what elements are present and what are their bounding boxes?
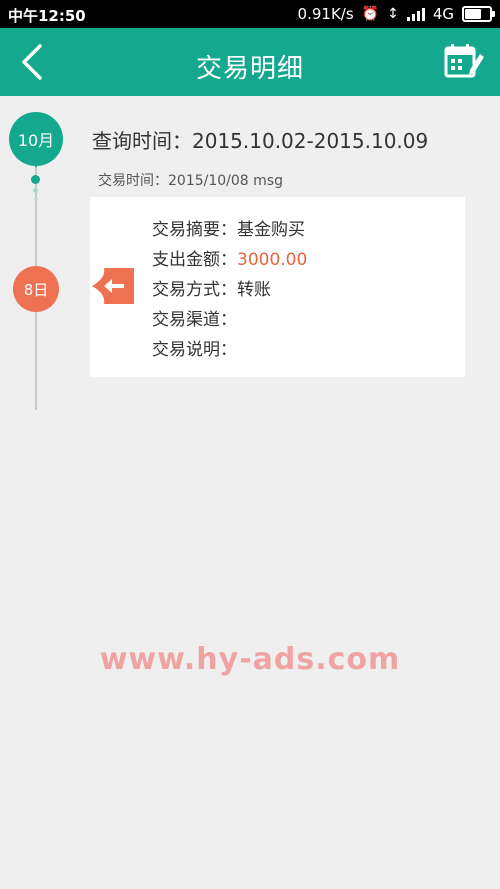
month-badge-pointer	[30, 158, 42, 168]
detail-label: 交易摘要：	[152, 220, 237, 240]
detail-value: 基金购买	[237, 220, 305, 240]
detail-label: 交易方式：	[152, 280, 237, 300]
battery-icon	[462, 6, 495, 22]
transaction-details: 交易摘要：基金购买 支出金额：3000.00 交易方式：转账 交易渠道： 交易说…	[152, 218, 307, 368]
page-title: 交易明细	[195, 54, 304, 84]
calendar-button[interactable]	[442, 42, 486, 82]
timeline-dot	[31, 175, 40, 184]
vibrate-icon: ↕	[387, 6, 399, 22]
detail-summary: 交易摘要：基金购买	[152, 218, 307, 248]
network-type: 4G	[432, 5, 454, 23]
day-badge: 8日	[13, 266, 59, 312]
app-bar: 交易明细	[0, 28, 500, 96]
detail-label: 交易渠道：	[152, 310, 237, 330]
trade-time: 交易时间：2015/10/08 msg	[98, 173, 283, 189]
status-icons: 0.91K/s ⏰ ↕ 4G	[297, 5, 495, 23]
detail-label: 支出金额：	[152, 250, 237, 270]
timeline-dot	[33, 188, 38, 193]
watermark: www.hy-ads.com	[99, 642, 401, 677]
arrow-left-icon	[92, 268, 134, 304]
calendar-edit-icon	[444, 44, 484, 78]
detail-note: 交易说明：	[152, 338, 307, 368]
detail-channel: 交易渠道：	[152, 308, 307, 338]
status-bar: 中午12:50 0.91K/s ⏰ ↕ 4G	[0, 0, 500, 28]
signal-icon	[406, 7, 425, 21]
detail-amount: 支出金额：3000.00	[152, 248, 307, 278]
query-time-range: 查询时间：2015.10.02-2015.10.09	[92, 129, 429, 153]
alarm-icon: ⏰	[361, 6, 380, 22]
detail-method: 交易方式：转账	[152, 278, 307, 308]
net-speed: 0.91K/s	[297, 5, 354, 23]
detail-value: 转账	[237, 280, 271, 300]
detail-label: 交易说明：	[152, 340, 237, 360]
status-time: 中午12:50	[8, 7, 86, 25]
timeline-dot	[34, 197, 38, 201]
amount-value: 3000.00	[237, 250, 308, 270]
